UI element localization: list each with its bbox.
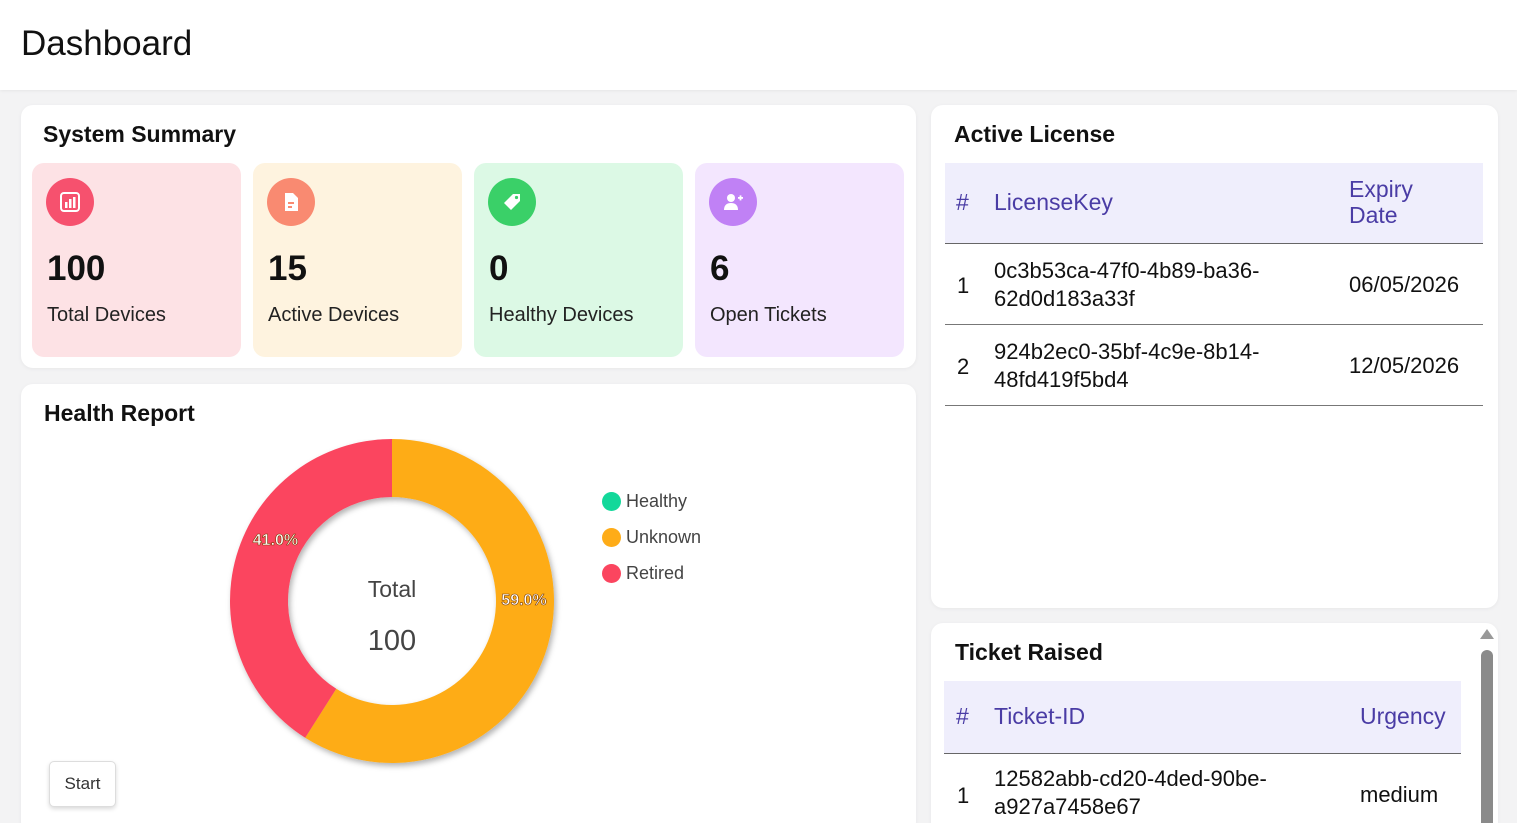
add-user-icon — [709, 178, 757, 226]
col-number: # — [956, 703, 969, 729]
active-devices-value: 15 — [268, 249, 307, 288]
system-summary-title: System Summary — [43, 121, 237, 147]
stat-card-healthy-devices[interactable]: 0 Healthy Devices — [474, 163, 683, 357]
license-key-line2: 48fd419f5bd4 — [994, 367, 1129, 392]
legend-label: Healthy — [626, 490, 688, 511]
expiry-date: 12/05/2026 — [1349, 353, 1460, 378]
scroll-up-arrow-icon[interactable] — [1480, 629, 1494, 639]
row-number: 2 — [957, 354, 970, 379]
active-devices-label: Active Devices — [268, 304, 400, 326]
stat-card-active-devices[interactable]: 15 Active Devices — [253, 163, 462, 357]
system-summary-card: System Summary 100 Total Devices 15 Acti… — [21, 105, 916, 368]
legend-item-retired[interactable]: Retired — [602, 555, 701, 591]
license-key-line1: 0c3b53ca-47f0-4b89-ba36- — [994, 258, 1260, 283]
legend-item-healthy[interactable]: Healthy — [602, 483, 701, 519]
health-report-title: Health Report — [44, 400, 195, 426]
healthy-devices-value: 0 — [489, 249, 509, 288]
health-donut-chart: Total 100 59.0% 41.0% — [230, 439, 554, 763]
ticket-id-line2: a927a7458e67 — [994, 794, 1141, 819]
legend-label: Unknown — [626, 526, 702, 547]
ticket-scrollbar[interactable] — [1478, 623, 1496, 823]
legend-item-unknown[interactable]: Unknown — [602, 519, 701, 555]
expiry-date: 06/05/2026 — [1349, 272, 1460, 297]
license-table-header: # LicenseKey Expiry Date — [945, 163, 1483, 244]
slice-label-retired: 41.0% — [253, 532, 298, 549]
health-report-card: Health Report Total 100 59.0% 41.0% Healt… — [21, 384, 916, 823]
stat-card-open-tickets[interactable]: 6 Open Tickets — [695, 163, 904, 357]
bar-chart-icon — [46, 178, 94, 226]
ticket-id-line1: 12582abb-cd20-4ded-90be- — [994, 766, 1267, 791]
legend-label: Retired — [626, 562, 685, 583]
scroll-thumb[interactable] — [1481, 650, 1493, 823]
donut-center-label: Total — [368, 576, 417, 602]
page-title: Dashboard — [21, 24, 193, 63]
row-number: 1 — [957, 273, 970, 298]
ticket-raised-card: Ticket Raised # Ticket-ID Urgency 1 1258… — [931, 623, 1498, 823]
col-urgency[interactable]: Urgency — [1360, 703, 1446, 730]
row-number: 1 — [957, 783, 970, 808]
legend-dot — [602, 563, 621, 583]
col-expiry-date[interactable]: Expiry Date — [1349, 176, 1439, 228]
table-row[interactable]: 2 924b2ec0-35bf-4c9e-8b14- 48fd419f5bd4 … — [945, 325, 1483, 406]
active-license-title: Active License — [954, 121, 1116, 147]
license-key-line1: 924b2ec0-35bf-4c9e-8b14- — [994, 339, 1260, 364]
legend-dot — [602, 527, 621, 547]
active-license-card: Active License # LicenseKey Expiry Date … — [931, 105, 1498, 608]
document-icon — [267, 178, 315, 226]
col-number: # — [956, 189, 969, 215]
open-tickets-value: 6 — [710, 249, 730, 288]
start-button[interactable]: Start — [49, 761, 116, 807]
table-row[interactable]: 1 0c3b53ca-47f0-4b89-ba36- 62d0d183a33f … — [945, 244, 1483, 325]
ticket-raised-title: Ticket Raised — [955, 639, 1103, 665]
urgency-value: medium — [1360, 782, 1439, 807]
table-row[interactable]: 1 12582abb-cd20-4ded-90be- a927a7458e67 … — [944, 754, 1461, 823]
license-table: # LicenseKey Expiry Date 1 0c3b53ca-47f0… — [945, 163, 1483, 406]
tag-icon — [488, 178, 536, 226]
slice-label-unknown: 59.0% — [501, 592, 546, 609]
donut-center-value: 100 — [368, 625, 416, 657]
ticket-table-header: # Ticket-ID Urgency — [944, 681, 1461, 754]
total-devices-value: 100 — [47, 249, 106, 288]
top-bar: Dashboard — [0, 0, 1517, 90]
stat-card-total-devices[interactable]: 100 Total Devices — [32, 163, 241, 357]
total-devices-label: Total Devices — [47, 304, 166, 326]
open-tickets-label: Open Tickets — [710, 304, 827, 326]
license-key-line2: 62d0d183a33f — [994, 286, 1135, 311]
healthy-devices-label: Healthy Devices — [489, 304, 634, 326]
col-license-key[interactable]: LicenseKey — [994, 189, 1113, 216]
legend-dot — [602, 491, 621, 511]
col-ticket-id[interactable]: Ticket-ID — [994, 703, 1085, 730]
ticket-table: # Ticket-ID Urgency 1 12582abb-cd20-4ded… — [944, 681, 1461, 823]
chart-legend: Healthy Unknown Retired — [602, 483, 701, 591]
